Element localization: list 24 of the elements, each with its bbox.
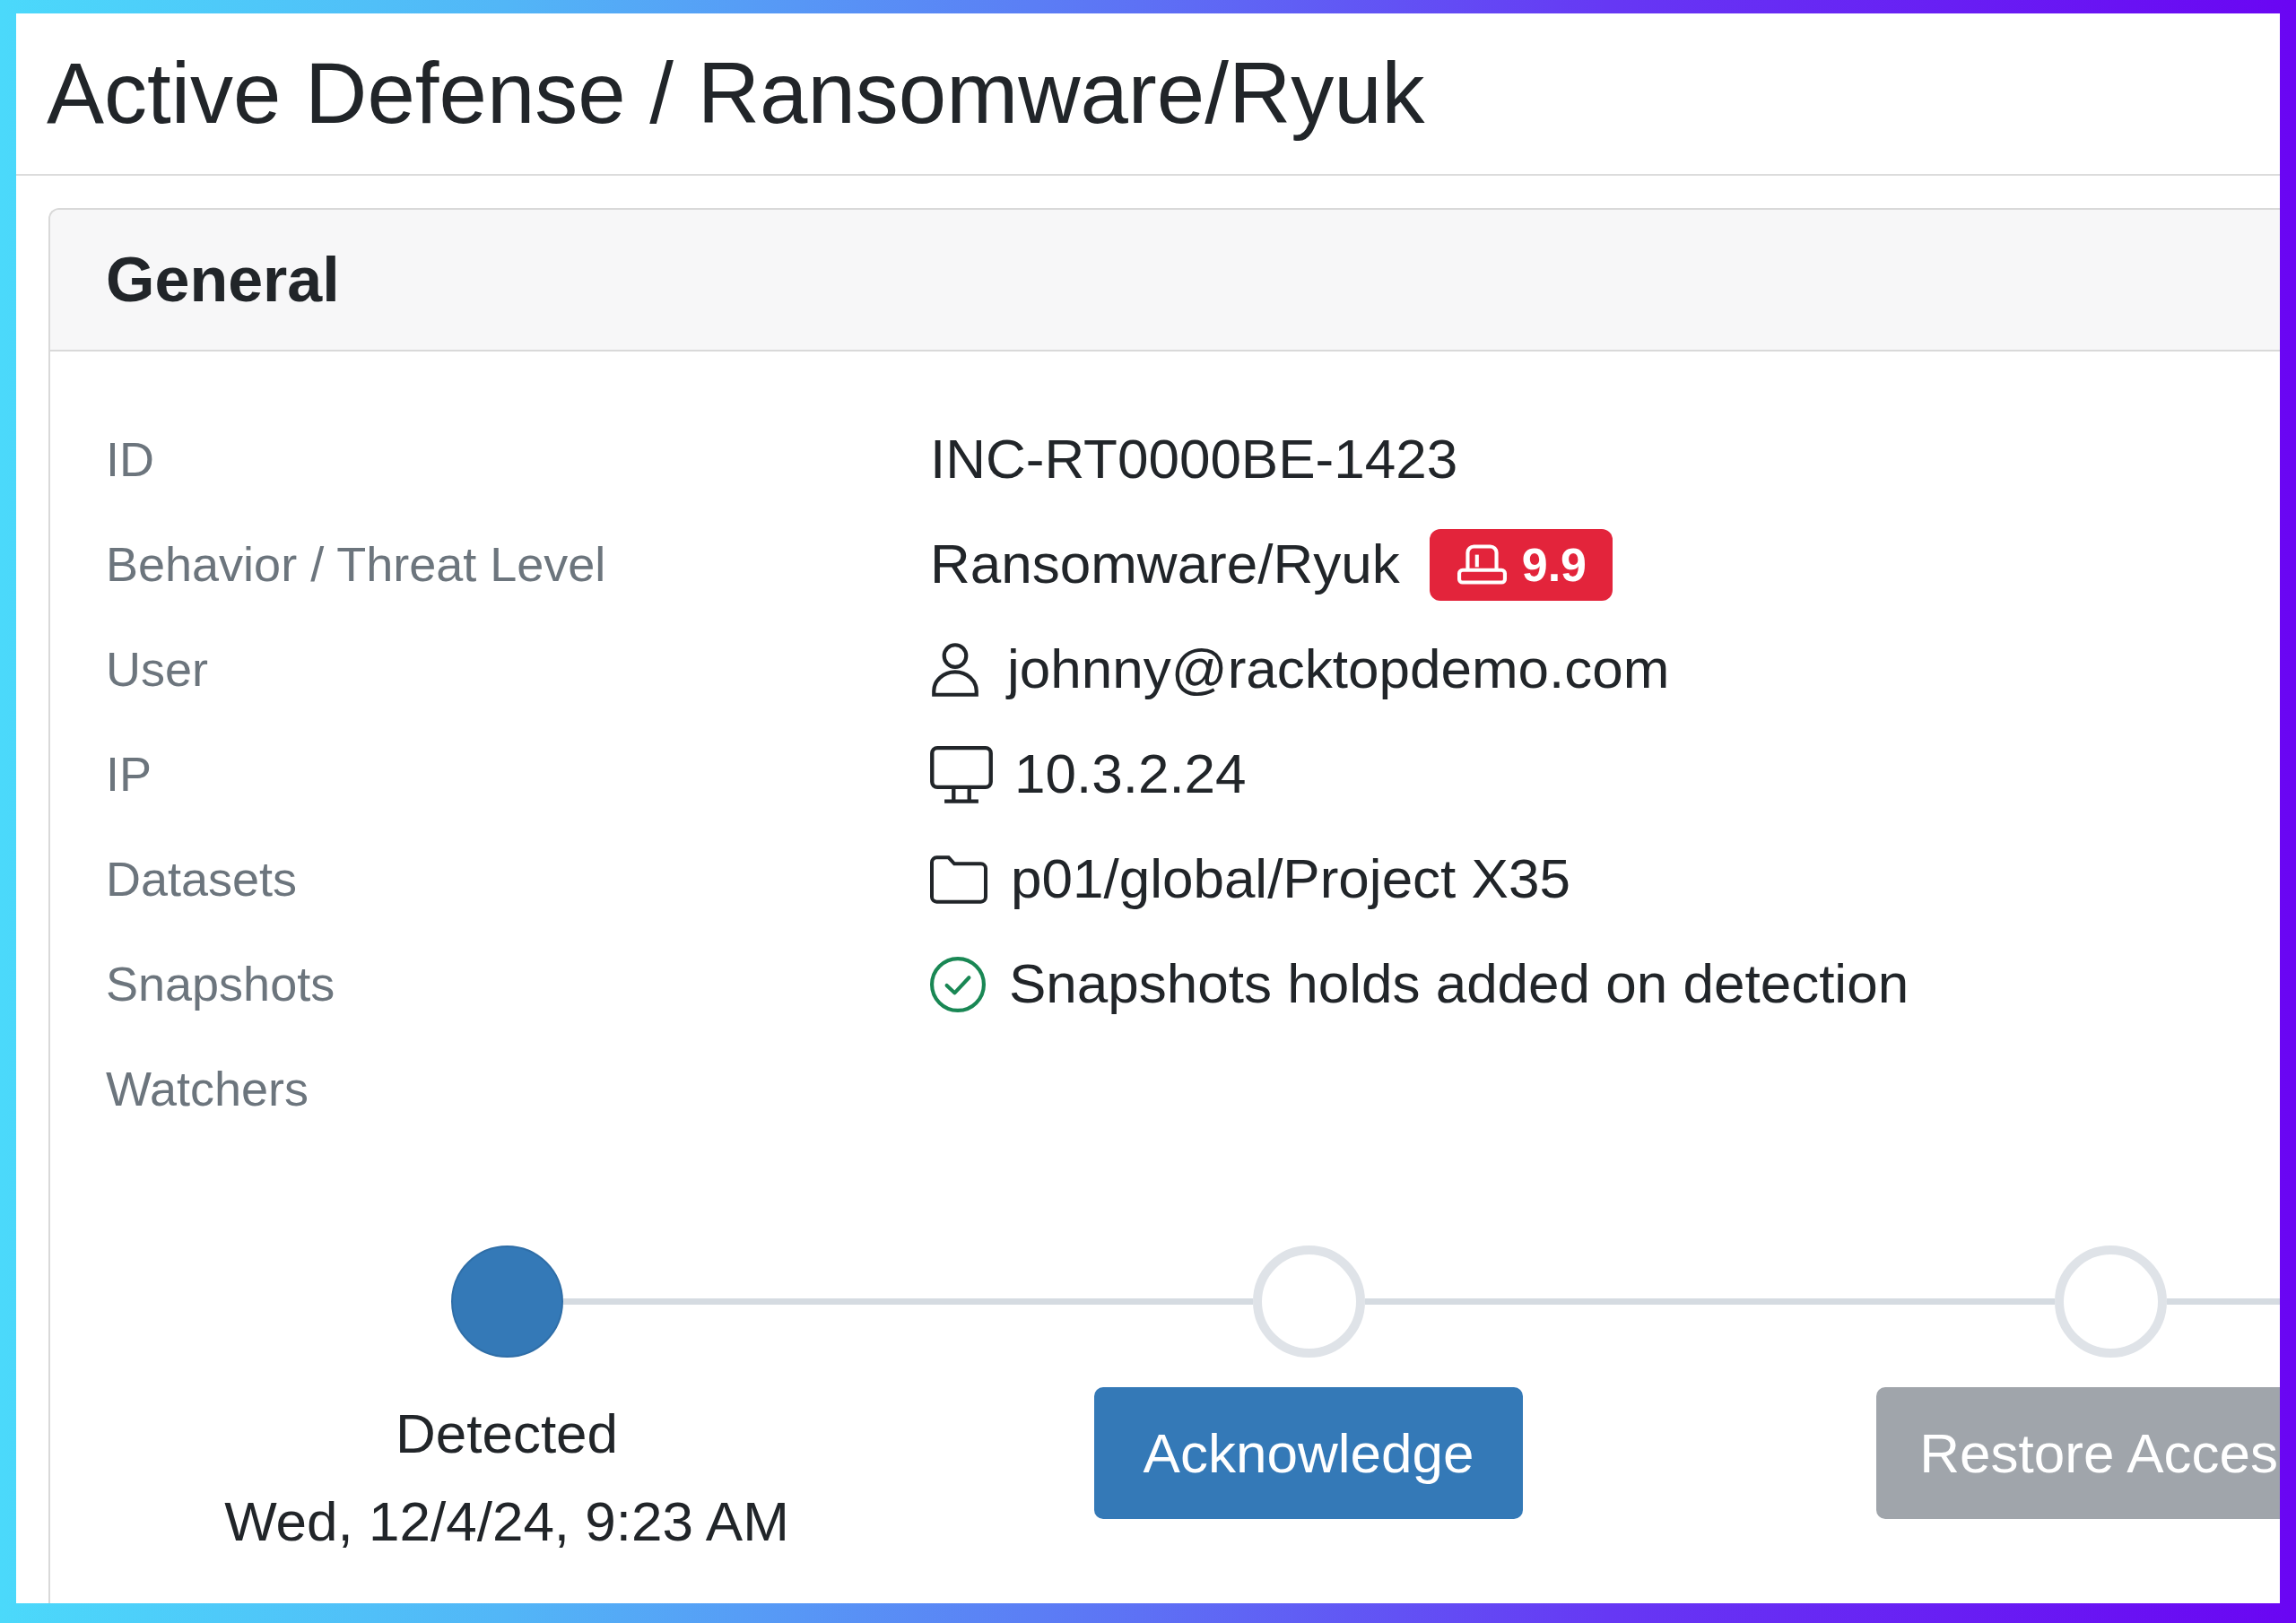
field-label: Datasets <box>106 851 298 908</box>
field-label: IP <box>106 746 152 803</box>
field-value: johnny@racktopdemo.com <box>1007 637 1670 702</box>
field-value: INC-RT0000BE-1423 <box>930 427 1458 492</box>
card-title: General <box>106 244 340 317</box>
monitor-icon <box>930 745 993 803</box>
field-value: 10.3.2.24 <box>1014 742 1247 807</box>
field-label: Watchers <box>106 1061 309 1118</box>
check-circle-icon <box>930 956 986 1012</box>
folder-icon <box>930 855 987 904</box>
user-icon <box>930 642 980 697</box>
siren-icon <box>1457 544 1507 585</box>
step-button[interactable]: Acknowledge <box>1093 1387 1524 1519</box>
step-label: Detected <box>395 1402 619 1466</box>
page-title: Active Defense / Ransomware/Ryuk <box>47 44 1425 143</box>
field-label: Behavior / Threat Level <box>106 536 606 594</box>
field-label: User <box>106 641 208 699</box>
threat-score: 9.9 <box>1521 541 1587 588</box>
step-time: Wed, 12/4/24, 9:23 AM <box>224 1489 789 1554</box>
field-value: Snapshots holds added on detection <box>1009 951 1909 1017</box>
field-label: Snapshots <box>106 956 335 1013</box>
field-label: ID <box>106 431 154 489</box>
field-value: p01/global/Project X35 <box>1011 846 1570 912</box>
field-value: Ransomware/Ryuk <box>930 532 1400 597</box>
